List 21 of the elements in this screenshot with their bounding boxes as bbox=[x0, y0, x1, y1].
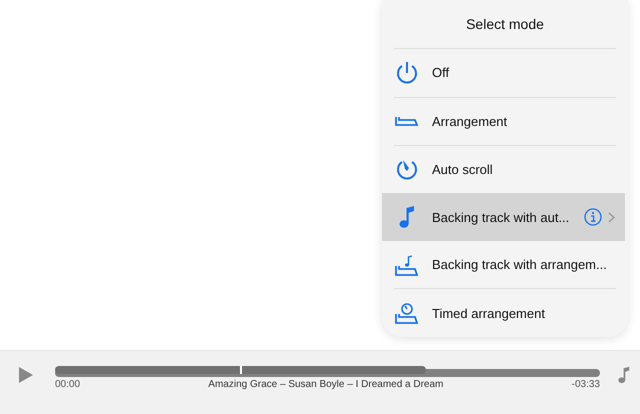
mode-option[interactable]: Timed arrangement bbox=[382, 289, 628, 337]
timer-tray-icon bbox=[395, 301, 419, 326]
mode-option[interactable]: Backing track with arrangem... bbox=[382, 240, 628, 288]
mode-option[interactable]: Backing track with aut... bbox=[382, 193, 625, 241]
progress-track[interactable] bbox=[55, 369, 600, 377]
play-icon bbox=[18, 366, 34, 384]
music-note-icon bbox=[618, 365, 630, 385]
elapsed-time: 00:00 bbox=[55, 379, 80, 390]
remaining-time: -03:33 bbox=[572, 379, 600, 390]
power-icon bbox=[396, 60, 418, 85]
track-info: Amazing Grace – Susan Boyle – I Dreamed a Dream bbox=[208, 379, 444, 390]
mode-option[interactable]: Auto scroll bbox=[382, 146, 628, 194]
chevron-icon bbox=[608, 212, 615, 223]
tray-icon bbox=[395, 115, 419, 128]
mode-option[interactable]: Off bbox=[382, 49, 628, 96]
info-icon[interactable] bbox=[584, 208, 602, 226]
music-note-icon bbox=[399, 205, 415, 230]
mode-option[interactable]: Arrangement bbox=[382, 97, 628, 145]
note-tray-icon bbox=[395, 252, 419, 277]
menu-title: Select mode bbox=[466, 15, 544, 34]
timer-icon bbox=[395, 158, 419, 182]
